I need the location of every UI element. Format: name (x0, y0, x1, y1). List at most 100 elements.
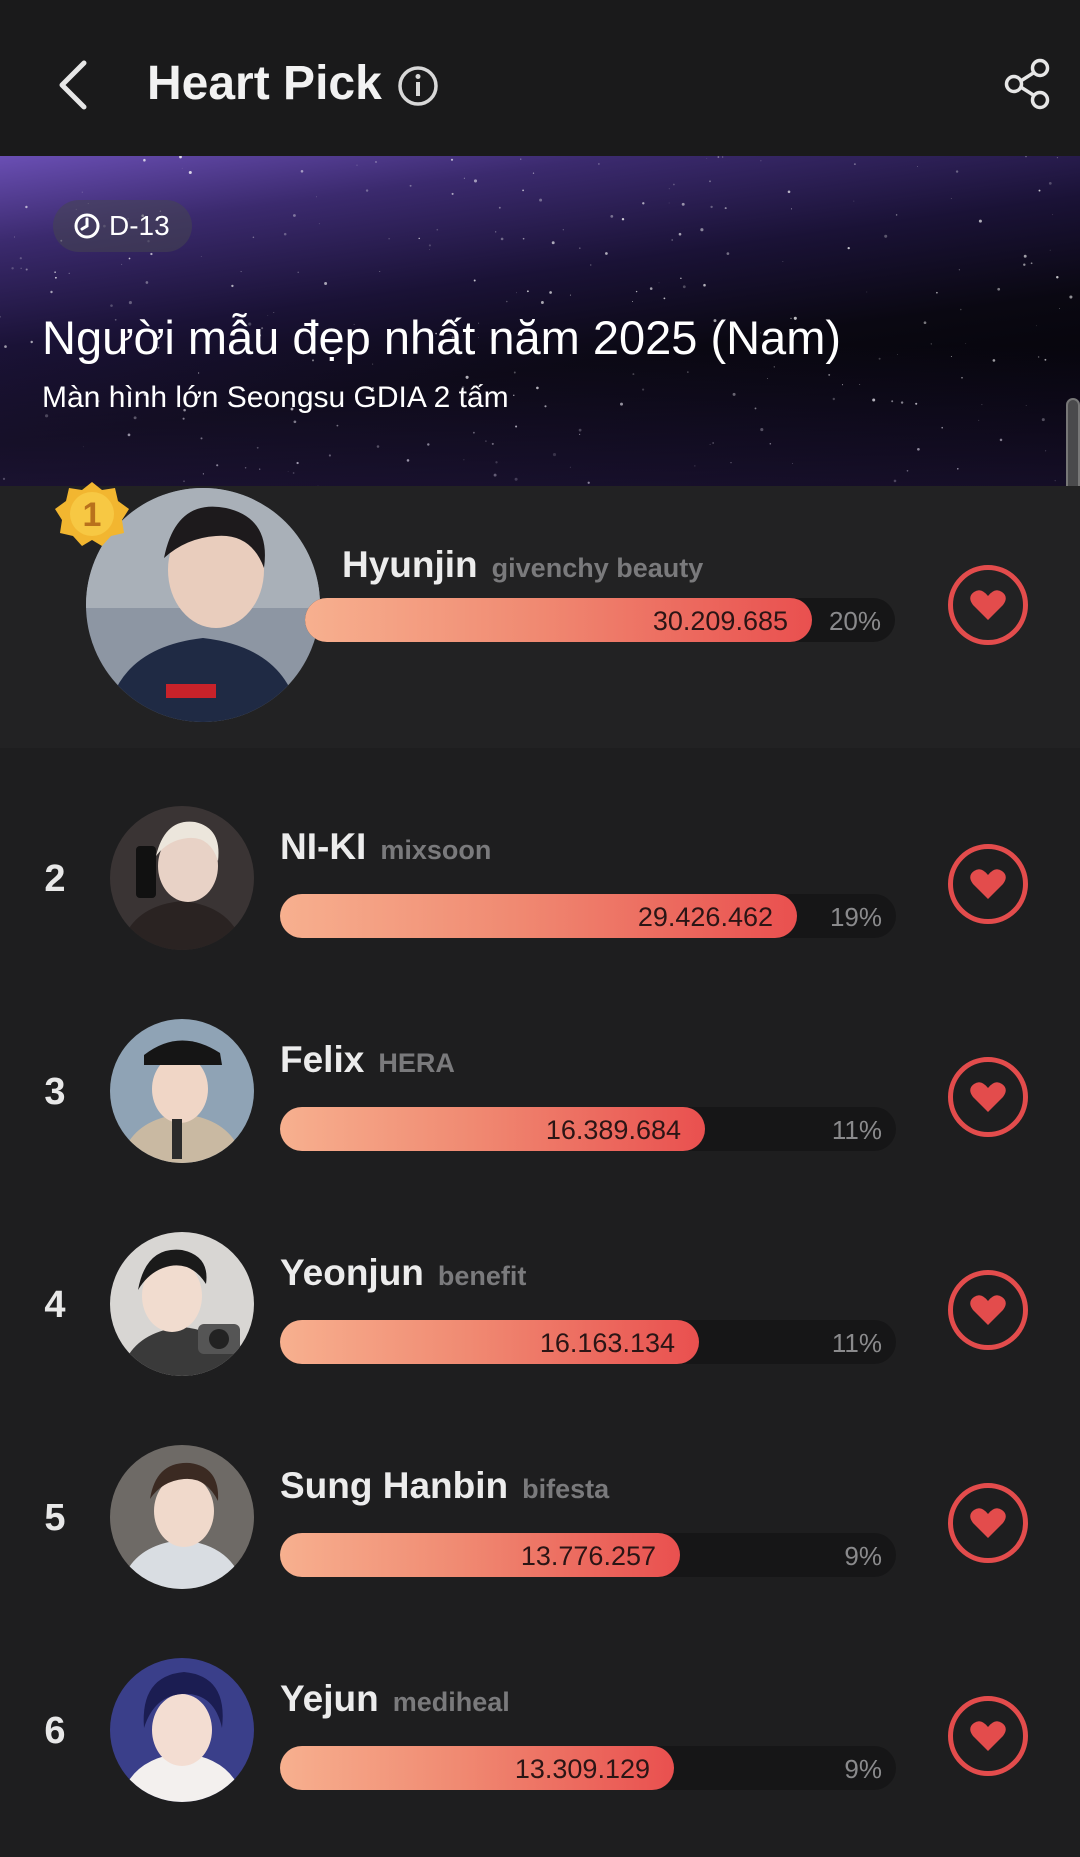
star (4, 345, 7, 348)
star (632, 301, 634, 303)
star (760, 428, 764, 432)
star (318, 223, 320, 225)
vote-bar-fill: 29.426.462 (280, 894, 797, 938)
star (841, 384, 844, 386)
star (978, 219, 982, 223)
star (515, 292, 517, 294)
star (1025, 156, 1027, 158)
ranking-row-5[interactable]: 5 Sung Hanbin bifesta 13.776.257 9% (0, 1439, 1080, 1619)
vote-bar-fill: 30.209.685 (305, 598, 812, 642)
star (451, 192, 454, 195)
star (198, 372, 200, 374)
star (872, 398, 876, 402)
star (200, 255, 202, 257)
star (1059, 308, 1060, 309)
star (539, 198, 543, 202)
star (694, 465, 696, 467)
star (562, 229, 564, 231)
star (252, 236, 255, 239)
star (710, 205, 713, 209)
star (428, 244, 431, 247)
star (409, 184, 412, 187)
share-button[interactable] (1002, 56, 1052, 112)
ranking-row-1[interactable]: Hyunjin givenchy beauty 30.209.685 20% (0, 486, 1080, 748)
star (950, 356, 952, 357)
star (491, 442, 494, 445)
star (1035, 325, 1037, 327)
heart-icon (970, 1082, 1006, 1112)
vote-heart-button[interactable] (948, 1696, 1028, 1776)
rank-number: 3 (44, 1071, 66, 1113)
star (1049, 249, 1051, 251)
star (930, 343, 932, 345)
heart-icon (970, 1721, 1006, 1751)
star (642, 388, 645, 391)
avatar (110, 1019, 254, 1163)
star (598, 163, 600, 165)
avatar (110, 1232, 254, 1376)
star (526, 290, 529, 293)
star (906, 469, 909, 472)
star (328, 454, 331, 457)
ranking-row-6[interactable]: 6 Yejun mediheal 13.309.129 9% (0, 1652, 1080, 1832)
star (853, 200, 855, 202)
star (259, 468, 261, 470)
vote-heart-button[interactable] (948, 1270, 1028, 1350)
star (436, 228, 439, 231)
heart-icon (970, 1295, 1006, 1325)
vote-heart-button[interactable] (948, 1057, 1028, 1137)
star (292, 472, 295, 474)
star (375, 161, 377, 163)
brand-name: HERA (378, 1048, 455, 1078)
vote-bar: 16.163.134 11% (280, 1320, 896, 1364)
ranking-row-4[interactable]: 4 Yeonjun benefit 16.163.134 11% (0, 1226, 1080, 1406)
star (917, 165, 918, 167)
medal-rank: 1 (83, 496, 102, 534)
back-button[interactable] (50, 55, 100, 115)
star (540, 301, 544, 304)
vote-bar: 16.389.684 11% (280, 1107, 896, 1151)
star (955, 170, 959, 173)
star (992, 359, 996, 362)
countdown-badge: D-13 (53, 200, 192, 252)
ranking-row-2[interactable]: 2 NI-KI mixsoon 29.426.462 19% (0, 800, 1080, 980)
star (981, 404, 983, 406)
star (121, 263, 123, 265)
star (324, 282, 328, 285)
star (150, 252, 153, 256)
vote-heart-button[interactable] (948, 844, 1028, 924)
star (514, 477, 518, 481)
gold-medal-icon: 1 (55, 482, 129, 546)
star (917, 447, 920, 451)
star (133, 416, 137, 420)
star (724, 207, 727, 210)
star (668, 202, 670, 204)
star (671, 239, 674, 241)
star (54, 271, 56, 273)
star (520, 158, 522, 160)
star (605, 252, 608, 255)
star (14, 236, 15, 238)
star (681, 202, 685, 206)
star (1044, 358, 1047, 361)
star (610, 215, 614, 218)
star (957, 468, 959, 470)
star (687, 371, 689, 373)
star (709, 443, 711, 445)
star (866, 291, 868, 293)
star (703, 283, 706, 287)
vote-heart-button[interactable] (948, 565, 1028, 645)
star (891, 400, 894, 403)
vote-heart-button[interactable] (948, 1483, 1028, 1563)
star (181, 167, 183, 169)
rank-number: 2 (44, 858, 66, 900)
info-button[interactable] (396, 64, 440, 108)
star (590, 264, 592, 266)
vote-bar: 29.426.462 19% (280, 894, 896, 938)
star (569, 294, 571, 296)
info-icon (398, 66, 438, 106)
star (536, 386, 539, 390)
star (1041, 418, 1045, 422)
ranking-row-3[interactable]: 3 Felix HERA 16.389.684 11% (0, 1013, 1080, 1193)
star (336, 424, 339, 427)
